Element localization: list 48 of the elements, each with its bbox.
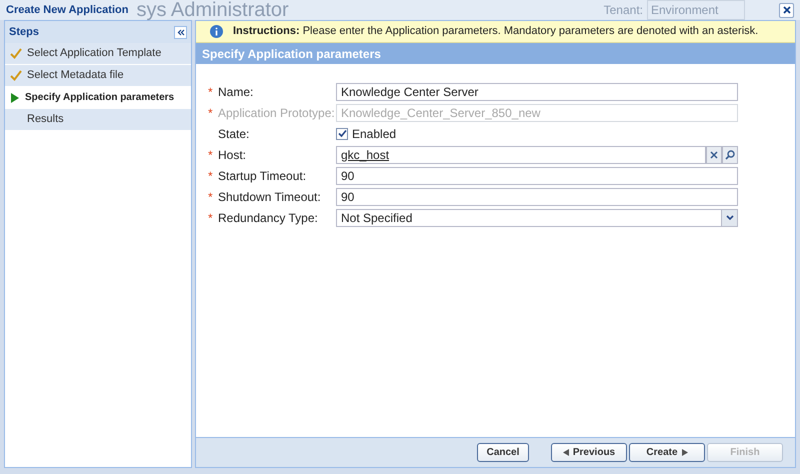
required-asterisk: * bbox=[208, 210, 213, 224]
double-chevron-left-icon bbox=[176, 28, 184, 36]
field-label: Startup Timeout: bbox=[218, 168, 306, 184]
left-triangle-icon bbox=[562, 449, 569, 456]
field-label: Host: bbox=[218, 146, 246, 164]
close-icon bbox=[782, 6, 790, 14]
instructions-text: Instructions: Please enter the Application parameters. Mandatory parameters are denoted with an asterisk. bbox=[233, 24, 758, 40]
checkmark-icon bbox=[10, 48, 22, 59]
checkbox[interactable] bbox=[336, 128, 348, 140]
wizard-button[interactable]: Previous bbox=[551, 443, 627, 462]
tenant-field: Environment bbox=[647, 0, 745, 20]
close-button[interactable] bbox=[779, 2, 794, 18]
search-icon bbox=[725, 150, 735, 160]
close-icon bbox=[710, 150, 718, 158]
panel-title: Steps bbox=[9, 24, 39, 40]
dropdown[interactable]: Not Specified bbox=[336, 208, 738, 226]
clear-button[interactable] bbox=[706, 146, 722, 164]
chevron-down-icon bbox=[726, 214, 734, 220]
app-title: sys Administrator bbox=[136, 0, 289, 23]
field-label: Redundancy Type: bbox=[218, 210, 318, 226]
host-field[interactable]: gkc_host bbox=[336, 146, 706, 164]
search-button[interactable] bbox=[722, 146, 738, 164]
section-header: Specify Application parameters bbox=[196, 43, 795, 64]
required-asterisk: * bbox=[208, 168, 213, 182]
right-triangle-icon bbox=[682, 449, 688, 456]
text-field[interactable]: Knowledge Center Server bbox=[336, 82, 738, 100]
field-label: State: bbox=[218, 126, 250, 142]
info-icon bbox=[210, 25, 223, 38]
step-item[interactable]: Select Metadata file bbox=[5, 65, 191, 87]
tenant-label: Tenant: bbox=[604, 2, 643, 19]
wizard-button[interactable]: Create bbox=[629, 443, 705, 462]
wizard-button[interactable]: Cancel bbox=[477, 443, 529, 462]
step-item[interactable]: Results bbox=[5, 109, 191, 131]
collapse-button[interactable] bbox=[174, 26, 187, 38]
step-item[interactable]: Select Application Template bbox=[5, 43, 191, 65]
play-icon bbox=[10, 92, 20, 102]
field-label: Application Prototype: bbox=[218, 104, 335, 122]
field-label: Name: bbox=[218, 84, 254, 100]
checkbox-label: Enabled bbox=[352, 126, 396, 142]
text-field[interactable]: 90 bbox=[336, 188, 738, 206]
field-label: Shutdown Timeout: bbox=[218, 188, 321, 206]
window-title: Create New Application bbox=[6, 2, 128, 18]
checkmark-icon bbox=[10, 70, 22, 81]
required-asterisk: * bbox=[208, 148, 213, 162]
required-asterisk: * bbox=[208, 84, 213, 98]
required-asterisk: * bbox=[208, 106, 213, 120]
required-asterisk: * bbox=[208, 190, 213, 204]
text-field[interactable]: 90 bbox=[336, 166, 738, 184]
